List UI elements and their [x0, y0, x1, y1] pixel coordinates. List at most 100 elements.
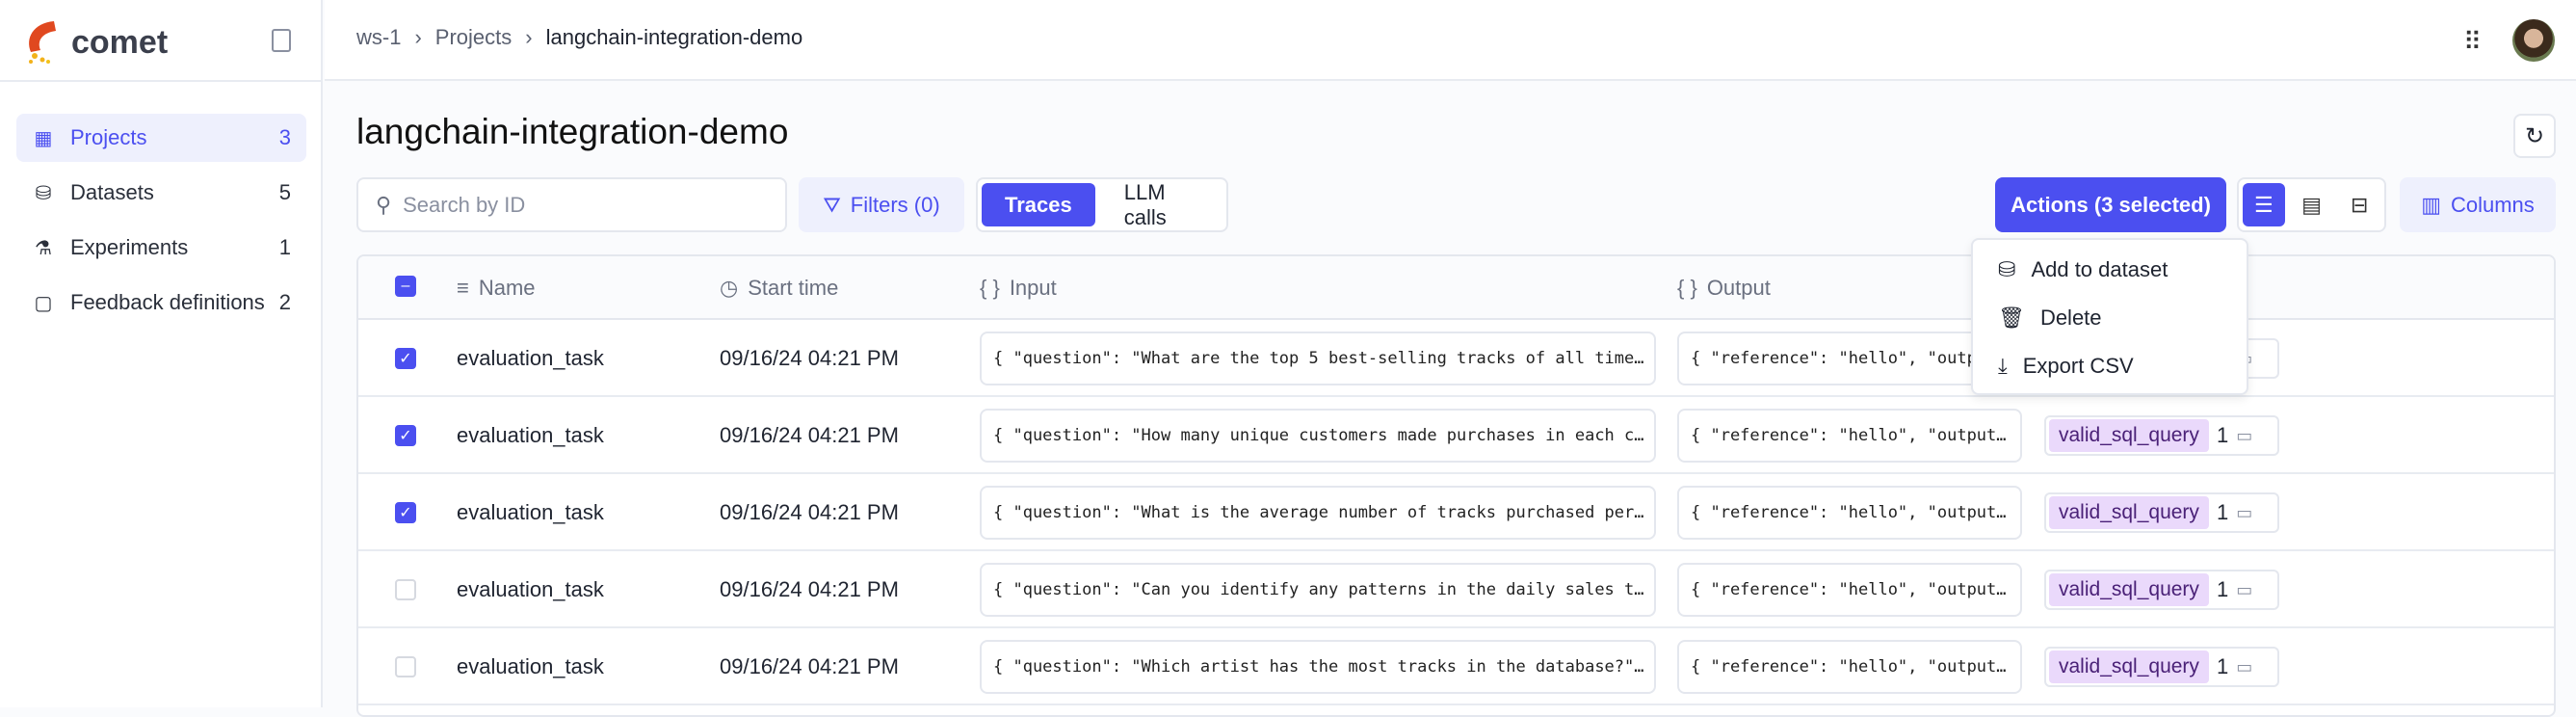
sidebar-item-feedback-definitions[interactable]: ▢ Feedback definitions 2	[16, 279, 306, 327]
cell-input[interactable]: { "question": "What are the top 5 best-s…	[980, 332, 1656, 385]
breadcrumb-workspace[interactable]: ws-1	[356, 25, 401, 50]
cell-output[interactable]: { "reference": "hello", "output…	[1677, 563, 2022, 617]
row-checkbox[interactable]	[395, 656, 416, 677]
trash-icon: 🗑︎	[1998, 305, 2025, 330]
cell-start-time: 09/16/24 04:21 PM	[720, 577, 899, 601]
sidebar-item-experiments[interactable]: ⚗ Experiments 1	[16, 224, 306, 272]
menu-item-add-to-dataset[interactable]: ⛁ Add to dataset	[1973, 246, 2247, 294]
search-input[interactable]	[403, 192, 770, 218]
tab-llm-calls[interactable]: LLM calls	[1101, 180, 1222, 229]
sidebar-item-label: Experiments	[70, 235, 189, 259]
cell-output[interactable]: { "reference": "hello", "output…	[1677, 486, 2022, 540]
clock-icon: ◷	[720, 276, 739, 300]
sidebar-nav: ▦ Projects 3 ⛁ Datasets 5 ⚗ Experiments 1 ▢ Feedba…	[16, 114, 306, 333]
grid-icon: ▦	[34, 127, 53, 149]
feedback-tag: valid_sql_query	[2049, 651, 2209, 683]
row-checkbox[interactable]	[395, 579, 416, 600]
feedback-tag: valid_sql_query	[2049, 573, 2209, 606]
actions-menu: ⛁ Add to dataset 🗑︎ Delete ⤓ Export CSV	[1971, 238, 2248, 395]
cell-input[interactable]: { "question": "Which artist has the most…	[980, 640, 1656, 694]
comment-icon: ▭	[2236, 425, 2253, 445]
comment-icon: ▭	[2236, 502, 2253, 522]
menu-label: Add to dataset	[2031, 257, 2169, 281]
feedback-count: 1	[2216, 423, 2229, 447]
cell-input[interactable]: { "question": "What is the average numbe…	[980, 486, 1656, 540]
download-icon: ⤓	[1998, 354, 2008, 378]
feedback-count: 1	[2216, 577, 2229, 601]
chevron-right-icon: ›	[414, 25, 422, 49]
cell-start-time: 09/16/24 04:21 PM	[720, 654, 899, 678]
row-checkbox[interactable]: ✓	[395, 348, 416, 369]
sidebar-item-count: 1	[278, 235, 291, 259]
collapse-sidebar-icon[interactable]	[272, 29, 291, 52]
avatar[interactable]	[2512, 19, 2555, 62]
table-row[interactable]: ✓ evaluation_task 09/16/24 04:21 PM { "q…	[358, 474, 2554, 551]
column-input: { } Input	[980, 276, 1057, 301]
top-header: ws-1 › Projects › langchain-integration-…	[325, 0, 2576, 81]
filter-icon: ⛛	[823, 192, 841, 217]
row-checkbox[interactable]: ✓	[395, 425, 416, 446]
compact-rows-icon[interactable]: ☰	[2243, 183, 2285, 226]
text-icon: ≡	[457, 276, 469, 300]
comet-logo-icon	[29, 21, 56, 64]
column-output: { } Output	[1677, 276, 1771, 301]
cell-input[interactable]: { "question": "Can you identify any patt…	[980, 563, 1656, 617]
medium-rows-icon[interactable]: ▤	[2291, 183, 2333, 226]
braces-icon: { }	[980, 276, 1000, 300]
header-label: Name	[478, 276, 536, 300]
columns-button[interactable]: ▥ Columns	[2400, 177, 2556, 232]
cell-output[interactable]: { "reference": "hello", "output…	[1677, 409, 2022, 463]
feedback-score[interactable]: valid_sql_query 1 ▭	[2044, 492, 2279, 533]
select-all-checkbox[interactable]: –	[395, 276, 416, 297]
apps-grid-icon[interactable]: ⠿	[2463, 27, 2482, 57]
database-icon: ⛁	[35, 182, 52, 204]
table-row[interactable]: evaluation_task 09/16/24 04:21 PM { "que…	[358, 551, 2554, 628]
menu-item-export-csv[interactable]: ⤓ Export CSV	[1973, 342, 2247, 390]
feedback-score[interactable]: valid_sql_query 1 ▭	[2044, 415, 2279, 456]
feedback-count: 1	[2216, 500, 2229, 524]
sidebar: comet ▦ Projects 3 ⛁ Datasets 5 ⚗ Experiments 1 ▢…	[0, 0, 323, 707]
menu-item-delete[interactable]: 🗑︎ Delete	[1973, 294, 2247, 342]
braces-icon: { }	[1677, 276, 1697, 300]
cell-input[interactable]: { "question": "How many unique customers…	[980, 409, 1656, 463]
filters-label: Filters (0)	[850, 192, 940, 217]
cell-name: evaluation_task	[457, 577, 604, 601]
breadcrumb: ws-1 › Projects › langchain-integration-…	[356, 25, 802, 50]
feedback-score[interactable]: valid_sql_query 1 ▭	[2044, 647, 2279, 687]
columns-icon: ▥	[2421, 192, 2441, 217]
message-icon: ▢	[34, 292, 53, 314]
row-checkbox[interactable]: ✓	[395, 502, 416, 523]
feedback-score[interactable]: valid_sql_query 1 ▭	[2044, 570, 2279, 610]
feedback-count: 1	[2216, 654, 2229, 678]
cell-name: evaluation_task	[457, 654, 604, 678]
feedback-tag: valid_sql_query	[2049, 419, 2209, 452]
cell-name: evaluation_task	[457, 500, 604, 524]
cell-start-time: 09/16/24 04:21 PM	[720, 346, 899, 370]
menu-label: Export CSV	[2022, 354, 2134, 378]
column-start-time: ◷ Start time	[720, 276, 838, 301]
filters-button[interactable]: ⛛ Filters (0)	[799, 177, 964, 232]
sidebar-item-count: 3	[278, 125, 291, 149]
cell-name: evaluation_task	[457, 423, 604, 447]
large-rows-icon[interactable]: ⊟	[2338, 183, 2380, 226]
flask-icon: ⚗	[35, 237, 52, 259]
columns-label: Columns	[2450, 192, 2535, 217]
column-name: ≡ Name	[457, 276, 536, 301]
breadcrumb-projects[interactable]: Projects	[435, 25, 512, 50]
tab-traces[interactable]: Traces	[982, 183, 1095, 226]
cell-output[interactable]: { "reference": "hello", "output…	[1677, 640, 2022, 694]
sidebar-item-datasets[interactable]: ⛁ Datasets 5	[16, 169, 306, 217]
cell-start-time: 09/16/24 04:21 PM	[720, 423, 899, 447]
table-row[interactable]: ✓ evaluation_task 09/16/24 04:21 PM { "q…	[358, 397, 2554, 474]
sidebar-item-count: 5	[278, 180, 291, 204]
sidebar-item-projects[interactable]: ▦ Projects 3	[16, 114, 306, 162]
cell-name: evaluation_task	[457, 346, 604, 370]
chevron-right-icon: ›	[525, 25, 533, 49]
actions-button[interactable]: Actions (3 selected)	[1995, 177, 2226, 232]
refresh-button[interactable]: ↻	[2513, 114, 2556, 158]
database-icon: ⛁	[1998, 257, 2016, 281]
header-label: Start time	[748, 276, 839, 300]
header-label: Input	[1009, 276, 1057, 300]
table-row[interactable]: evaluation_task 09/16/24 04:21 PM { "que…	[358, 628, 2554, 705]
logo[interactable]: comet	[21, 17, 168, 67]
